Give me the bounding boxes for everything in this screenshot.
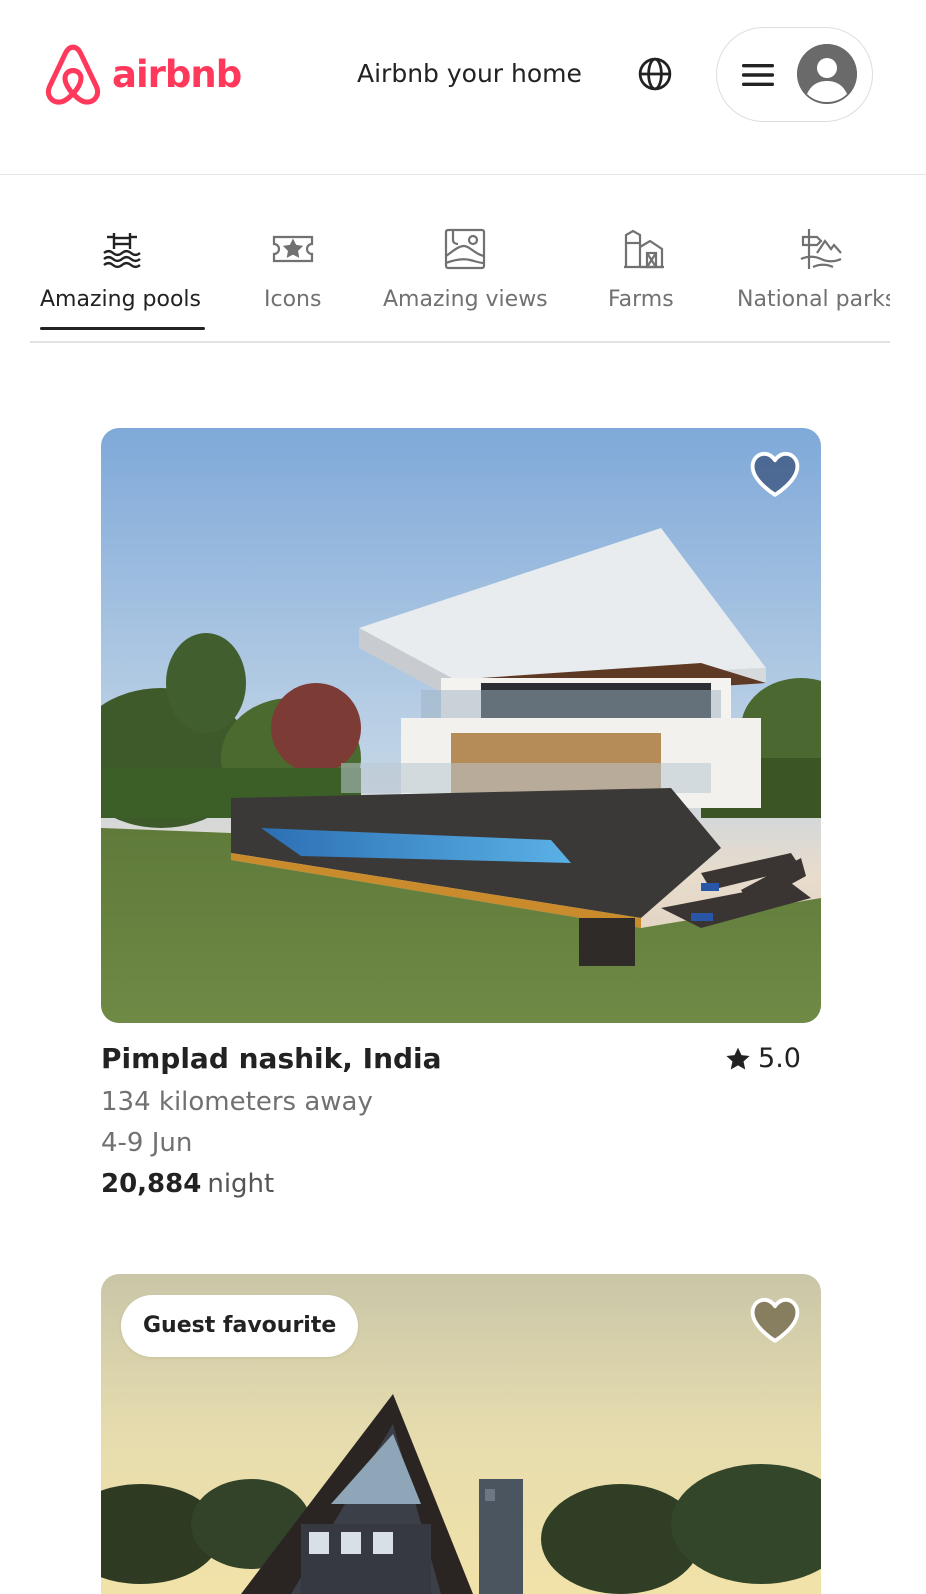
category-label: Icons (264, 287, 322, 312)
heart-icon[interactable] (749, 1296, 801, 1344)
listing-photo[interactable] (101, 428, 821, 1023)
listing-card[interactable]: Guest favourite (101, 1274, 821, 1594)
listing-title-row: Pimplad nashik, India 5.0 (101, 1039, 801, 1079)
barn-icon (624, 229, 664, 269)
category-amazing-pools[interactable]: Amazing pools (40, 175, 205, 341)
framed-landscape-icon (444, 228, 486, 270)
listing-rating: 5.0 (725, 1039, 801, 1079)
category-amazing-views[interactable]: Amazing views (383, 175, 551, 341)
listing-card[interactable]: Pimplad nashik, India 5.0 134 kilometers… (101, 428, 821, 1228)
rating-value: 5.0 (758, 1043, 801, 1074)
listing-photo[interactable]: Guest favourite (101, 1274, 821, 1594)
globe-icon (638, 57, 672, 91)
park-sign-icon (800, 229, 842, 269)
star-icon (726, 1047, 750, 1070)
user-menu-button[interactable] (716, 27, 873, 122)
category-label: National parks (737, 287, 890, 312)
airbnb-logo[interactable]: airbnb (44, 42, 242, 106)
top-header: airbnb Airbnb your home (0, 0, 926, 175)
listing-dates: 4-9 Jun (101, 1128, 193, 1158)
ticket-star-icon (272, 235, 314, 263)
pool-icon (103, 233, 141, 269)
language-button[interactable] (636, 55, 674, 93)
category-icons[interactable]: Icons (262, 175, 324, 341)
listing-price: 20,884 night (101, 1166, 274, 1202)
logo-wordmark: airbnb (112, 52, 242, 96)
category-label: Farms (608, 287, 674, 312)
listing-distance: 134 kilometers away (101, 1087, 373, 1117)
category-bar: Amazing pools Icons Amazing views Farms … (30, 175, 890, 343)
active-category-underline (40, 327, 205, 330)
listing-location: Pimplad nashik, India (101, 1042, 442, 1075)
category-farms[interactable]: Farms (608, 175, 680, 341)
modern-villa-with-pool-photo (101, 428, 821, 1023)
category-label: Amazing pools (40, 287, 201, 312)
category-national-parks[interactable]: National parks (737, 175, 890, 341)
heart-icon[interactable] (749, 450, 801, 498)
user-avatar-icon (797, 44, 857, 104)
price-unit: night (207, 1169, 275, 1199)
guest-favourite-badge: Guest favourite (121, 1295, 359, 1357)
category-label: Amazing views (383, 287, 548, 312)
airbnb-belo-icon (45, 44, 101, 105)
airbnb-your-home-link[interactable]: Airbnb your home (357, 54, 582, 94)
price-amount: 20,884 (101, 1169, 202, 1199)
hamburger-menu-icon (742, 64, 774, 86)
